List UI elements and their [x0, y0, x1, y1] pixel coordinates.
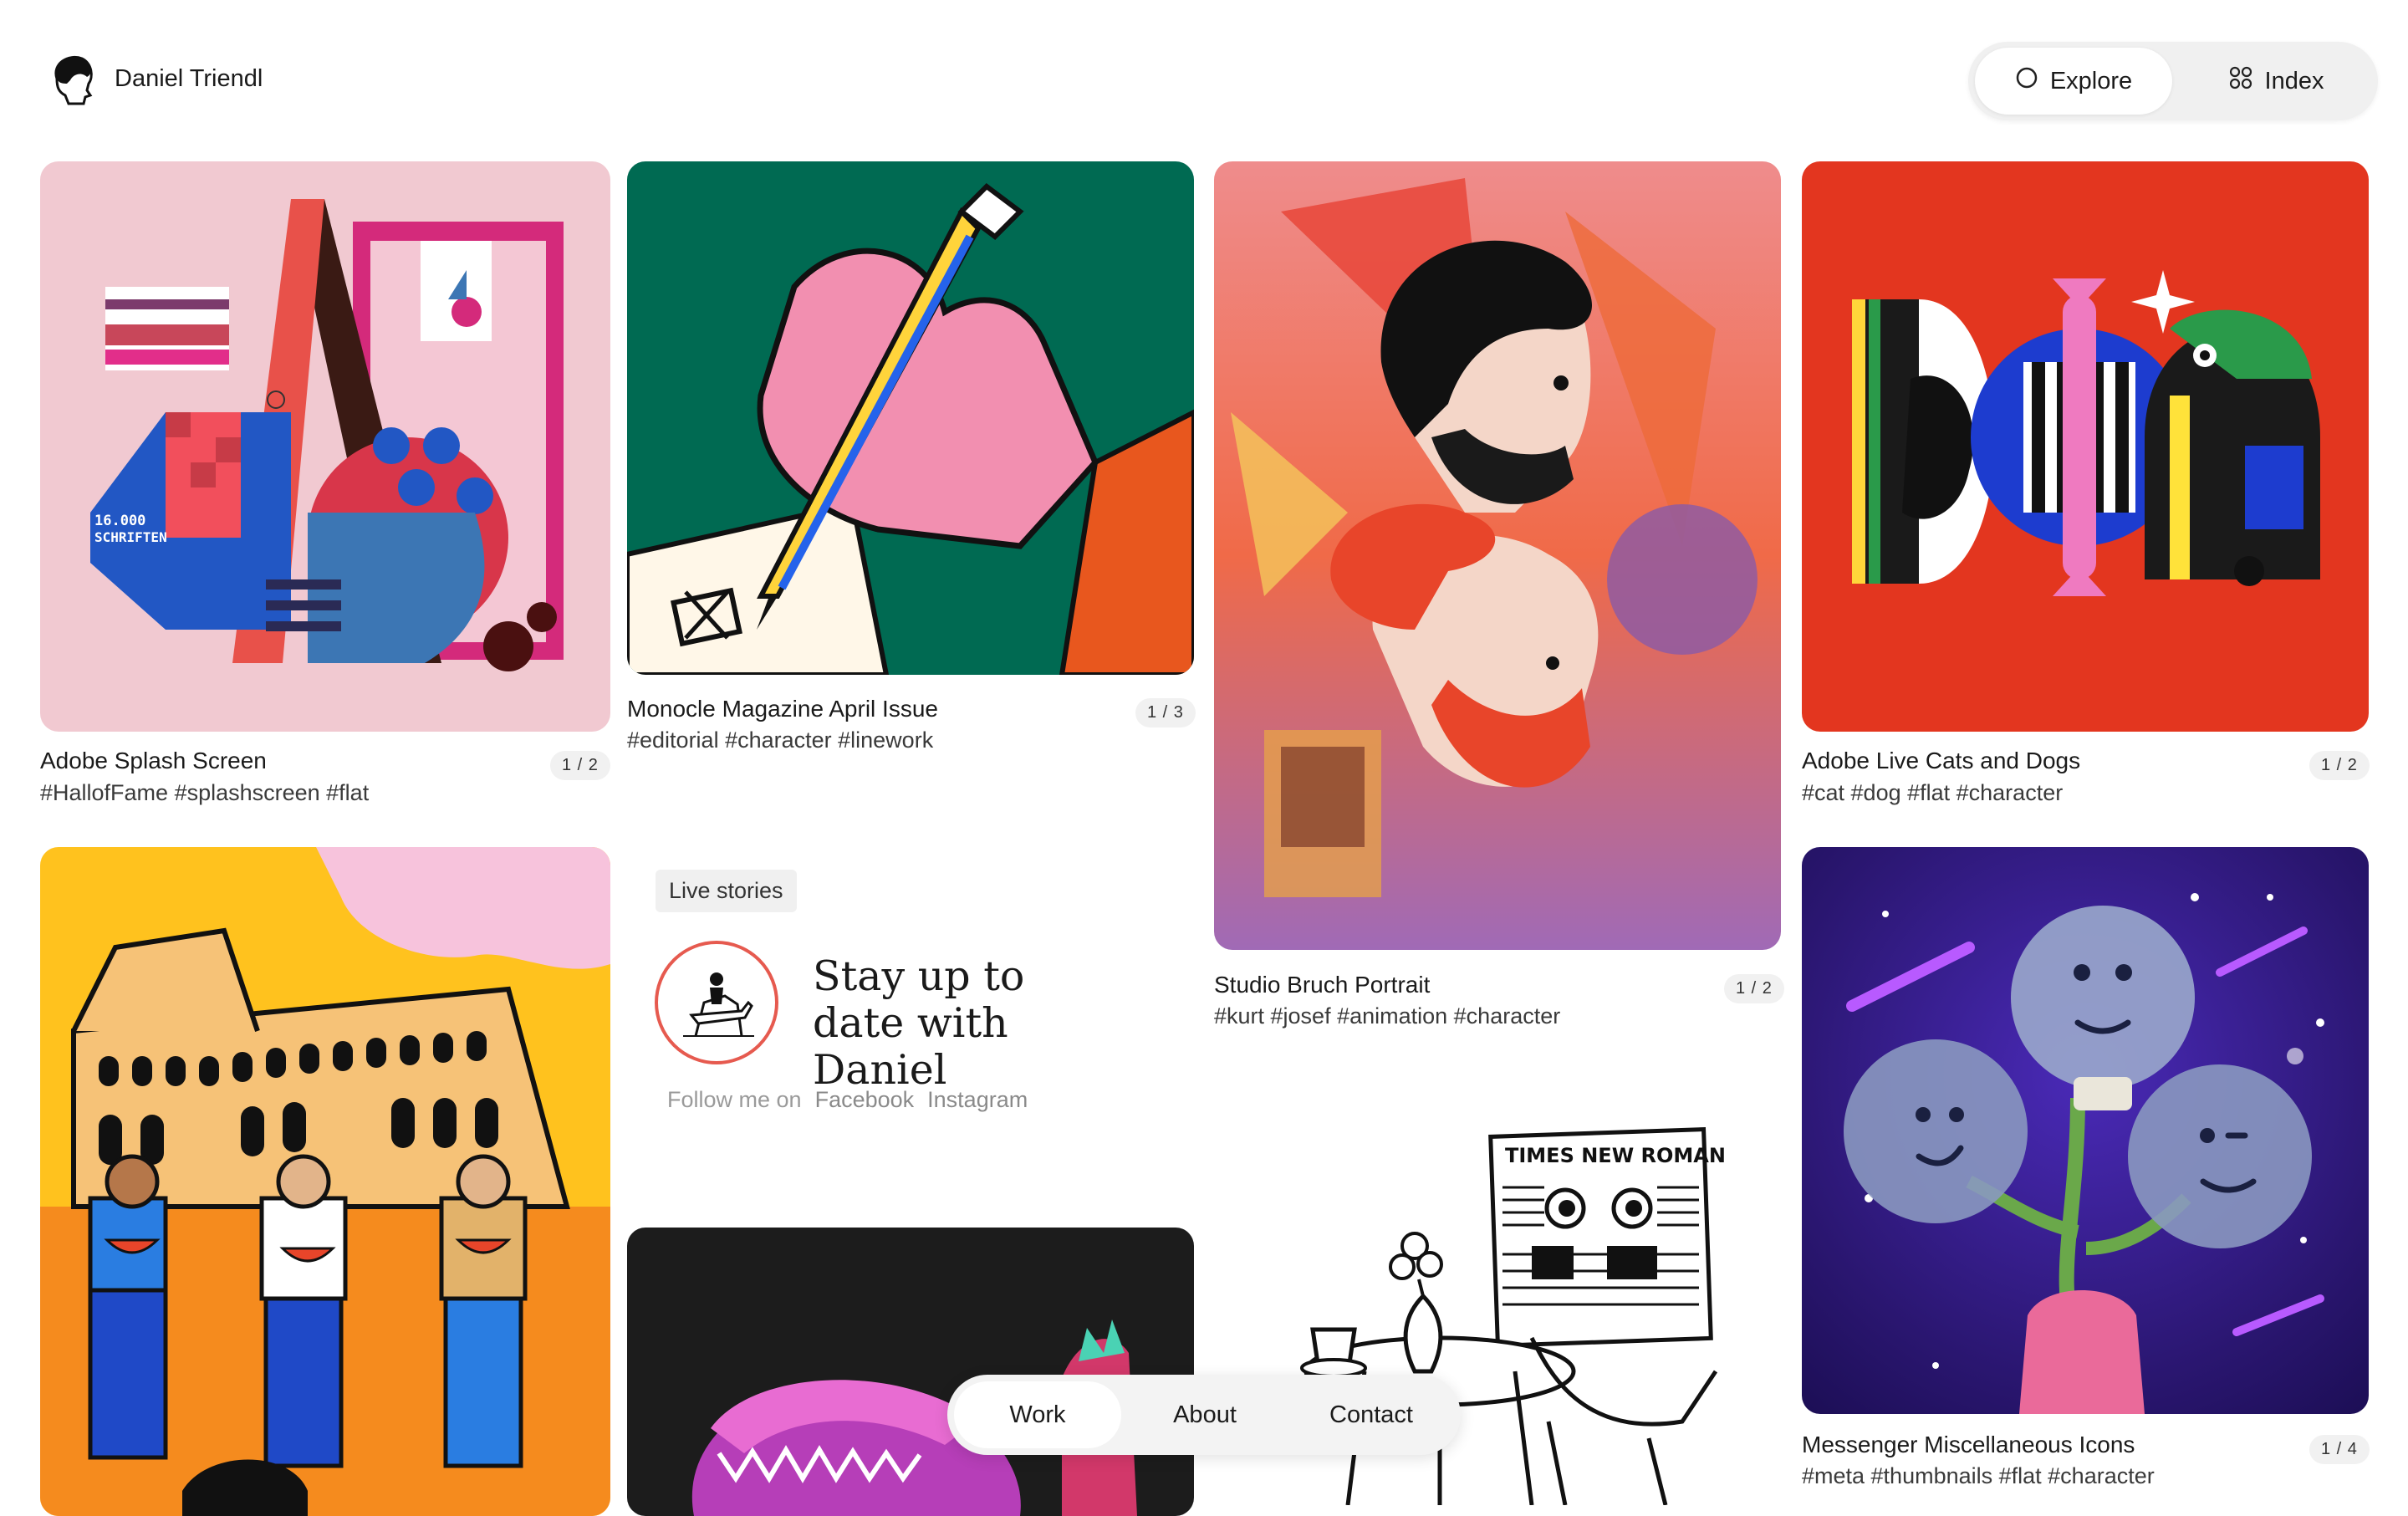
nav-work[interactable]: Work — [954, 1381, 1121, 1448]
follow-label: Follow me on — [667, 1087, 802, 1112]
card-tags: #HallofFame #splashscreen #flat — [40, 780, 370, 805]
site-name[interactable]: Daniel Triendl — [115, 65, 263, 93]
live-stories-title: Stay up to date with Daniel — [813, 952, 1025, 1094]
explore-label: Explore — [2049, 67, 2133, 94]
image-count-badge: 1 / 4 — [2309, 1435, 2370, 1464]
card-title[interactable]: Studio Bruch Portrait — [1214, 972, 1430, 998]
index-toggle-button[interactable]: Index — [2181, 48, 2371, 115]
card-title[interactable]: Monocle Magazine April Issue — [627, 696, 938, 722]
card-title[interactable]: Adobe Live Cats and Dogs — [1802, 748, 2080, 774]
card-tags: #editorial #character #linework — [627, 727, 934, 753]
card-image-adobe-live[interactable] — [1802, 161, 2369, 732]
card-tags: #meta #thumbnails #flat #character — [1802, 1463, 2155, 1488]
grid-icon — [2228, 65, 2253, 97]
logo-head-icon[interactable] — [48, 54, 95, 107]
card-tags: #cat #dog #flat #character — [1802, 780, 2064, 805]
view-toggle: Explore Index — [1968, 42, 2378, 120]
card-title[interactable]: Adobe Splash Screen — [40, 748, 267, 774]
art-text-times-new-roman: TIMES NEW ROMAN — [1505, 1144, 1726, 1167]
explore-toggle-button[interactable]: Explore — [1975, 48, 2172, 115]
art-text-16000: 16.000 — [94, 513, 145, 529]
card-image-plant[interactable] — [627, 1228, 1194, 1516]
card-title[interactable]: Messenger Miscellaneous Icons — [1802, 1432, 2135, 1458]
circle-icon — [2015, 66, 2038, 96]
live-stories-badge: Live stories — [656, 870, 797, 912]
instagram-link[interactable]: Instagram — [927, 1087, 1028, 1113]
card-image-adobe-splash[interactable]: 16.000 SCHRIFTEN — [40, 161, 610, 732]
card-tags: #kurt #josef #animation #character — [1214, 1003, 1561, 1029]
image-count-badge: 1 / 3 — [1135, 698, 1196, 727]
image-count-badge: 1 / 2 — [1724, 974, 1784, 1003]
follow-row: Follow me on Facebook Instagram — [667, 1087, 1028, 1113]
nav-about[interactable]: About — [1121, 1381, 1288, 1448]
card-image-messenger[interactable] — [1802, 847, 2369, 1414]
art-text-schriften: SCHRIFTEN — [94, 529, 167, 545]
nav-contact[interactable]: Contact — [1288, 1381, 1454, 1448]
story-avatar[interactable] — [655, 941, 778, 1064]
card-image-studio-bruch[interactable] — [1214, 161, 1781, 950]
bottom-nav: Work About Contact — [947, 1375, 1461, 1455]
index-label: Index — [2264, 67, 2324, 94]
facebook-link[interactable]: Facebook — [815, 1087, 915, 1113]
image-count-badge: 1 / 2 — [2309, 751, 2370, 780]
card-image-colosseum[interactable] — [40, 847, 610, 1516]
image-count-badge: 1 / 2 — [550, 751, 610, 780]
card-image-monocle[interactable] — [627, 161, 1194, 675]
